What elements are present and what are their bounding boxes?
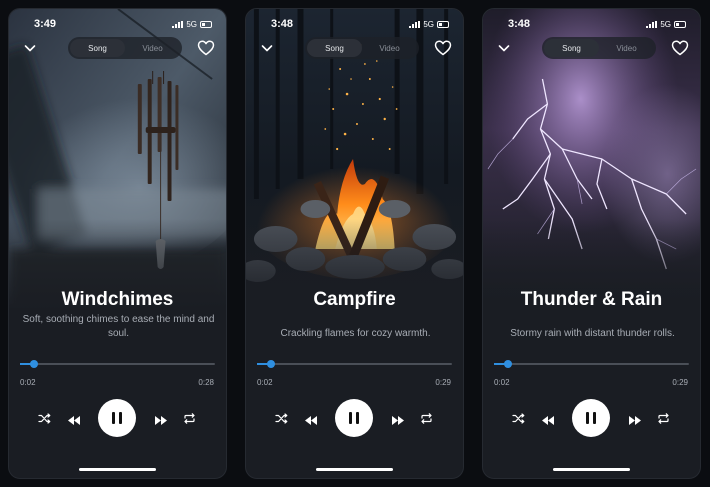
total-duration: 0:29: [672, 378, 688, 387]
status-indicators: 5G: [172, 20, 212, 29]
shuffle-icon: [275, 413, 288, 424]
tab-video[interactable]: Video: [599, 39, 654, 57]
status-bar: 3:49 5G: [9, 18, 226, 32]
playback-controls: [483, 399, 700, 437]
repeat-button[interactable]: [183, 412, 196, 425]
shuffle-button[interactable]: [512, 412, 525, 425]
heart-icon[interactable]: [434, 39, 452, 57]
status-time: 3:49: [34, 18, 57, 30]
progress-knob[interactable]: [29, 360, 38, 368]
top-bar: Song Video: [483, 37, 700, 59]
pause-icon: [349, 412, 352, 424]
heart-icon[interactable]: [197, 39, 215, 57]
player-screen-windchimes: 3:49 5G Song Video Windchimes Soft, soot…: [8, 8, 227, 479]
track-title: Campfire: [313, 289, 396, 310]
repeat-button[interactable]: [420, 412, 433, 425]
pause-icon: [112, 412, 115, 424]
shuffle-icon: [512, 413, 525, 424]
progress-slider[interactable]: [494, 360, 689, 368]
track-title: Windchimes: [61, 289, 174, 310]
battery-icon: [674, 21, 686, 28]
home-indicator[interactable]: [79, 468, 156, 471]
shuffle-icon: [38, 413, 51, 424]
player-screen-campfire: 3:48 5G Song Video Campfire Crackling fl…: [245, 8, 464, 479]
shuffle-button[interactable]: [38, 412, 51, 425]
playback-controls: [246, 399, 463, 437]
tab-song[interactable]: Song: [70, 39, 125, 57]
rewind-icon: [305, 416, 317, 425]
network-label: 5G: [423, 20, 434, 29]
track-subtitle: Soft, soothing chimes to ease the mind a…: [22, 314, 215, 339]
pause-button[interactable]: [98, 399, 136, 437]
home-indicator[interactable]: [553, 468, 630, 471]
chevron-down-icon[interactable]: [23, 41, 37, 55]
player-screen-thunder-rain: 3:48 5G Song Video Thunder & Rain Stormy…: [482, 8, 701, 479]
media-type-toggle: Song Video: [542, 37, 656, 59]
track-subtitle: Stormy rain with distant thunder rolls.: [510, 328, 675, 339]
rewind-icon: [68, 416, 80, 425]
elapsed-time: 0:02: [494, 378, 510, 387]
playback-controls: [9, 399, 226, 437]
heart-icon[interactable]: [671, 39, 689, 57]
total-duration: 0:29: [435, 378, 451, 387]
pause-button[interactable]: [572, 399, 610, 437]
signal-icon: [646, 21, 658, 28]
signal-icon: [409, 21, 421, 28]
repeat-icon: [421, 413, 432, 424]
status-time: 3:48: [508, 18, 531, 30]
repeat-button[interactable]: [657, 412, 670, 425]
status-indicators: 5G: [409, 20, 449, 29]
status-time: 3:48: [271, 18, 294, 30]
track-title: Thunder & Rain: [520, 289, 663, 310]
status-indicators: 5G: [646, 20, 686, 29]
rewind-icon: [542, 416, 554, 425]
elapsed-time: 0:02: [257, 378, 273, 387]
tab-video[interactable]: Video: [125, 39, 180, 57]
progress-slider[interactable]: [257, 360, 452, 368]
media-type-toggle: Song Video: [68, 37, 182, 59]
home-indicator[interactable]: [316, 468, 393, 471]
fast-forward-icon: [392, 416, 404, 425]
top-bar: Song Video: [246, 37, 463, 59]
network-label: 5G: [660, 20, 671, 29]
pause-icon: [586, 412, 589, 424]
rewind-button[interactable]: [541, 413, 555, 425]
battery-icon: [200, 21, 212, 28]
fast-forward-icon: [155, 416, 167, 425]
status-bar: 3:48 5G: [483, 18, 700, 32]
tab-song[interactable]: Song: [307, 39, 362, 57]
network-label: 5G: [186, 20, 197, 29]
repeat-icon: [658, 413, 669, 424]
tab-video[interactable]: Video: [362, 39, 417, 57]
media-type-toggle: Song Video: [305, 37, 419, 59]
elapsed-time: 0:02: [20, 378, 36, 387]
battery-icon: [437, 21, 449, 28]
top-bar: Song Video: [9, 37, 226, 59]
fast-forward-button[interactable]: [628, 413, 642, 425]
track-subtitle: Crackling flames for cozy warmth.: [280, 328, 431, 339]
progress-knob[interactable]: [503, 360, 512, 368]
chevron-down-icon[interactable]: [497, 41, 511, 55]
status-bar: 3:48 5G: [246, 18, 463, 32]
fast-forward-button[interactable]: [391, 413, 405, 425]
fast-forward-button[interactable]: [154, 413, 168, 425]
tab-song[interactable]: Song: [544, 39, 599, 57]
chevron-down-icon[interactable]: [260, 41, 274, 55]
repeat-icon: [184, 413, 195, 424]
rewind-button[interactable]: [67, 413, 81, 425]
progress-slider[interactable]: [20, 360, 215, 368]
pause-button[interactable]: [335, 399, 373, 437]
progress-knob[interactable]: [266, 360, 275, 368]
rewind-button[interactable]: [304, 413, 318, 425]
fast-forward-icon: [629, 416, 641, 425]
total-duration: 0:28: [198, 378, 214, 387]
shuffle-button[interactable]: [275, 412, 288, 425]
signal-icon: [172, 21, 184, 28]
